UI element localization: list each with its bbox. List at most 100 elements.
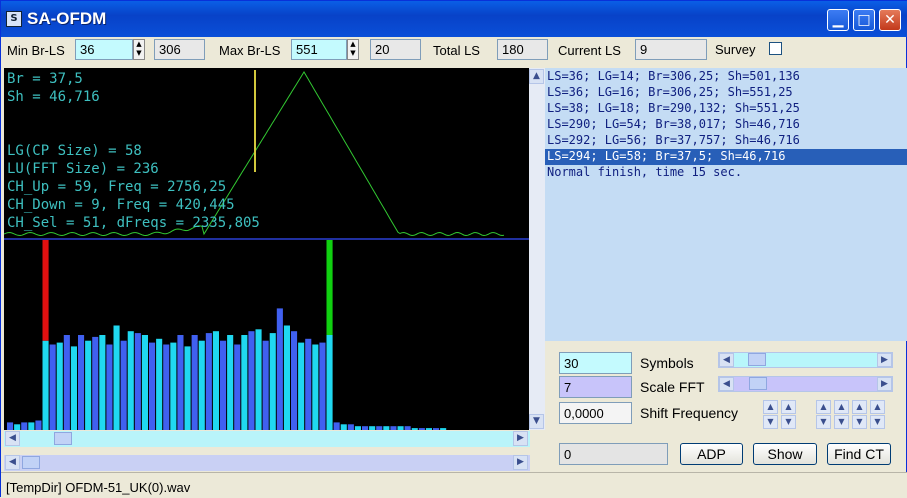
status-bar: [TempDir] OFDM-51_UK(0).wav <box>1 472 907 498</box>
spectrum-marker-right <box>326 240 333 335</box>
symbols-slider[interactable]: ◀ ▶ <box>718 352 893 368</box>
spectrum-bar <box>106 344 113 430</box>
scroll-right-icon[interactable]: ▶ <box>877 353 892 367</box>
scope-ch-up-text: CH_Up = 59, Freq = 2756,25 <box>7 179 227 195</box>
spectrum-bar <box>42 340 49 430</box>
scope-display: Br = 37,5 Sh = 46,716 LG(CP Size) = 58 L… <box>4 68 530 430</box>
scroll-left-icon[interactable]: ◀ <box>719 353 734 367</box>
scroll-right-icon[interactable]: ▶ <box>877 377 892 391</box>
title-bar[interactable]: S SA-OFDM ▁ □ ✕ <box>1 1 907 37</box>
scope-canvas <box>4 70 530 430</box>
shift-up-icon[interactable]: ▲ <box>870 400 885 414</box>
spectrum-bar <box>56 342 63 430</box>
scroll-left-icon[interactable]: ◀ <box>5 455 20 470</box>
current-ls-field: 9 <box>635 39 707 60</box>
current-ls-label: Current LS <box>558 43 621 58</box>
spectrum-bar <box>85 340 92 430</box>
scope-lu-text: LU(FFT Size) = 236 <box>7 161 159 177</box>
minimize-button[interactable]: ▁ <box>827 9 849 31</box>
status-text: [TempDir] OFDM-51_UK(0).wav <box>6 480 191 495</box>
spectrum-bar <box>291 331 298 430</box>
scroll-thumb[interactable] <box>22 456 40 469</box>
spectrum-bar <box>248 331 255 430</box>
log-line[interactable]: LS=290; LG=54; Br=38,017; Sh=46,716 <box>545 117 907 133</box>
shift-up-icon[interactable]: ▲ <box>763 400 778 414</box>
shift-down-icon[interactable]: ▼ <box>781 415 796 429</box>
scroll-up-icon[interactable]: ▲ <box>529 69 544 84</box>
scroll-right-icon[interactable]: ▶ <box>513 431 528 446</box>
spectrum-bar <box>21 422 28 430</box>
spectrum-bar <box>149 342 156 430</box>
survey-checkbox[interactable] <box>769 42 782 55</box>
spectrum-bar <box>305 338 312 430</box>
shift-down-icon[interactable]: ▼ <box>870 415 885 429</box>
log-list[interactable]: LS=36; LG=14; Br=306,25; Sh=501,136 LS=3… <box>545 68 907 341</box>
close-button[interactable]: ✕ <box>879 9 901 31</box>
log-scrollbar[interactable]: ▲ ▼ <box>529 68 545 430</box>
scale-fft-input[interactable]: 7 <box>559 376 632 398</box>
spectrum-bar <box>191 335 198 430</box>
log-line[interactable]: LS=36; LG=16; Br=306,25; Sh=551,25 <box>545 85 907 101</box>
max-br-ls-input[interactable]: 551 <box>291 39 347 60</box>
shift-up-icon[interactable]: ▲ <box>816 400 831 414</box>
analyzer-icon: S <box>6 11 22 27</box>
spectrum-bar <box>78 335 85 430</box>
min-br-ls-spinner[interactable]: ▲ ▼ <box>133 39 145 60</box>
log-line[interactable]: LS=292; LG=56; Br=37,757; Sh=46,716 <box>545 133 907 149</box>
spectrum-bar <box>163 344 170 430</box>
log-line-selected[interactable]: LS=294; LG=58; Br=37,5; Sh=46,716 <box>545 149 907 165</box>
show-button[interactable]: Show <box>753 443 817 465</box>
symbols-slider-thumb[interactable] <box>747 353 766 366</box>
spectrum-bar <box>92 336 99 430</box>
spectrum-bar <box>177 335 184 430</box>
shift-down-icon[interactable]: ▼ <box>816 415 831 429</box>
log-line[interactable]: LS=38; LG=18; Br=290,132; Sh=551,25 <box>545 101 907 117</box>
symbols-input[interactable]: 30 <box>559 352 632 374</box>
spectrum-bar <box>141 335 148 430</box>
shift-up-icon[interactable]: ▲ <box>834 400 849 414</box>
scroll-left-icon[interactable]: ◀ <box>5 431 20 446</box>
scale-fft-label: Scale FFT <box>640 379 705 395</box>
spectrum-bar <box>347 424 354 430</box>
scroll-right-icon[interactable]: ▶ <box>513 455 528 470</box>
spectrum-bar <box>227 335 234 430</box>
log-line[interactable]: LS=36; LG=14; Br=306,25; Sh=501,136 <box>545 69 907 85</box>
min-br-ls-label: Min Br-LS <box>7 43 65 58</box>
spectrum-bar <box>312 344 319 430</box>
scale-fft-slider-thumb[interactable] <box>749 377 767 390</box>
max-br-ls-spinner[interactable]: ▲ ▼ <box>347 39 359 60</box>
spectrum-bar <box>170 342 177 430</box>
spectrum-bar <box>113 325 120 430</box>
maximize-button[interactable]: □ <box>853 9 875 31</box>
shift-down-icon[interactable]: ▼ <box>763 415 778 429</box>
scroll-thumb[interactable] <box>54 432 72 445</box>
min-br-ls-input[interactable]: 36 <box>75 39 133 60</box>
spectrum-bar <box>184 346 191 430</box>
find-ct-button[interactable]: Find CT <box>827 443 891 465</box>
spectrum-bar <box>14 424 21 430</box>
scope-sh-text: Sh = 46,716 <box>7 89 100 105</box>
spectrum-bar <box>298 342 305 430</box>
min-br-ls-extra-field: 306 <box>154 39 205 60</box>
shift-frequency-input[interactable]: 0,0000 <box>559 402 632 424</box>
spectrum-bar <box>425 428 432 430</box>
shift-up-icon[interactable]: ▲ <box>852 400 867 414</box>
shift-down-icon[interactable]: ▼ <box>852 415 867 429</box>
shift-up-icon[interactable]: ▲ <box>781 400 796 414</box>
spectrum-scrollbar[interactable]: ◀ ▶ <box>4 431 530 447</box>
spectrum-bar <box>433 428 440 430</box>
result-field: 0 <box>559 443 668 465</box>
spectrum-bar <box>220 340 227 430</box>
shift-down-icon[interactable]: ▼ <box>834 415 849 429</box>
scroll-left-icon[interactable]: ◀ <box>719 377 734 391</box>
spectrum-bar <box>354 426 361 430</box>
spectrum-bar <box>340 424 347 430</box>
bottom-scrollbar[interactable]: ◀ ▶ <box>4 455 530 471</box>
adp-button[interactable]: ADP <box>680 443 743 465</box>
scroll-down-icon[interactable]: ▼ <box>529 414 544 429</box>
spectrum-bar <box>440 428 447 430</box>
spectrum-bar <box>390 426 397 430</box>
scale-fft-slider[interactable]: ◀ ▶ <box>718 376 893 392</box>
log-line[interactable]: Normal finish, time 15 sec. <box>545 165 907 181</box>
total-ls-label: Total LS <box>433 43 480 58</box>
